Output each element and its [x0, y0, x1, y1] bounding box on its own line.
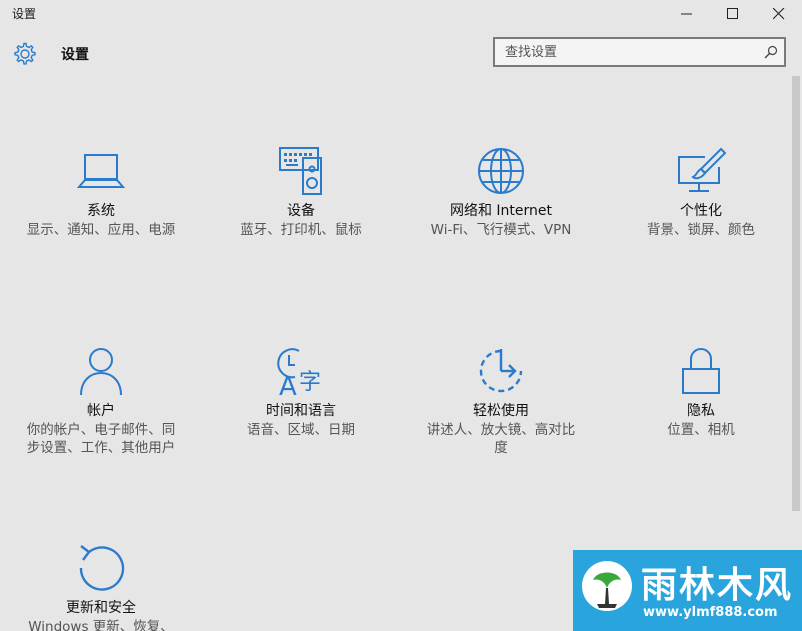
tree-logo-icon	[582, 561, 632, 611]
tile-ease-of-access[interactable]: 轻松使用 讲述人、放大镜、高对比度	[417, 345, 585, 457]
refresh-icon	[79, 545, 125, 591]
ease-of-access-timer-icon	[479, 349, 523, 393]
tile-accounts[interactable]: 帐户 你的帐户、电子邮件、同步设置、工作、其他用户	[17, 345, 185, 457]
minimize-button[interactable]	[664, 0, 710, 28]
close-button[interactable]	[756, 0, 802, 28]
globe-icon	[478, 148, 524, 194]
title-bar: 设置	[0, 0, 802, 28]
tile-network[interactable]: 网络和 Internet Wi-Fi、飞行模式、VPN	[417, 145, 585, 239]
tile-devices[interactable]: 设备 蓝牙、打印机、鼠标	[217, 145, 385, 239]
tile-description: 讲述人、放大镜、高对比度	[426, 422, 576, 456]
settings-window: 设置 设置 系统	[0, 0, 802, 631]
search-input[interactable]	[495, 39, 765, 65]
search-box[interactable]	[493, 37, 786, 67]
window-title: 设置	[12, 7, 37, 21]
tile-description: 位置、相机	[667, 422, 735, 438]
tile-description: 显示、通知、应用、电源	[26, 222, 176, 238]
tile-description: 你的帐户、电子邮件、同步设置、工作、其他用户	[26, 422, 176, 456]
tile-update-security[interactable]: 更新和安全 Windows 更新、恢复、备份	[17, 542, 185, 631]
tile-title: 设备	[287, 203, 315, 219]
person-icon	[80, 348, 122, 396]
tile-title: 个性化	[680, 203, 722, 219]
keyboard-speaker-icon	[279, 147, 322, 195]
maximize-icon	[727, 8, 738, 19]
minimize-icon	[681, 13, 692, 15]
tile-description: 语音、区域、日期	[247, 422, 355, 438]
tile-privacy[interactable]: 隐私 位置、相机	[617, 345, 785, 439]
tile-title: 轻松使用	[473, 403, 529, 419]
tile-title: 帐户	[87, 403, 115, 419]
tile-title: 更新和安全	[66, 600, 136, 616]
watermark-url: www.ylmf888.com	[643, 605, 778, 620]
tile-title: 隐私	[687, 403, 715, 419]
svg-text:字: 字	[299, 370, 321, 395]
watermark-name: 雨林木风	[641, 565, 794, 606]
svg-text:A: A	[279, 372, 297, 397]
page-title: 设置	[61, 47, 89, 63]
tile-title: 系统	[87, 203, 115, 219]
clock-language-icon: A 字	[277, 348, 321, 397]
tile-description: Windows 更新、恢复、备份	[28, 619, 174, 631]
monitor-brush-icon	[678, 147, 727, 192]
maximize-button[interactable]	[710, 0, 756, 28]
tile-title: 网络和 Internet	[449, 203, 553, 219]
search-icon[interactable]	[764, 45, 778, 59]
tile-system[interactable]: 系统 显示、通知、应用、电源	[17, 145, 185, 239]
lock-icon	[682, 348, 720, 394]
gear-icon	[14, 42, 36, 65]
close-icon	[773, 8, 785, 20]
scrollbar[interactable]	[792, 76, 800, 511]
tile-title: 时间和语言	[266, 403, 336, 419]
watermark-banner: 雨林木风 www.ylmf888.com	[573, 550, 802, 631]
tile-personalization[interactable]: 个性化 背景、锁屏、颜色	[617, 145, 785, 239]
tile-description: 背景、锁屏、颜色	[647, 222, 755, 238]
laptop-icon	[76, 154, 126, 188]
tile-description: 蓝牙、打印机、鼠标	[240, 222, 362, 238]
tile-time-language[interactable]: A 字 时间和语言 语音、区域、日期	[217, 345, 385, 439]
tile-description: Wi-Fi、飞行模式、VPN	[430, 222, 572, 238]
